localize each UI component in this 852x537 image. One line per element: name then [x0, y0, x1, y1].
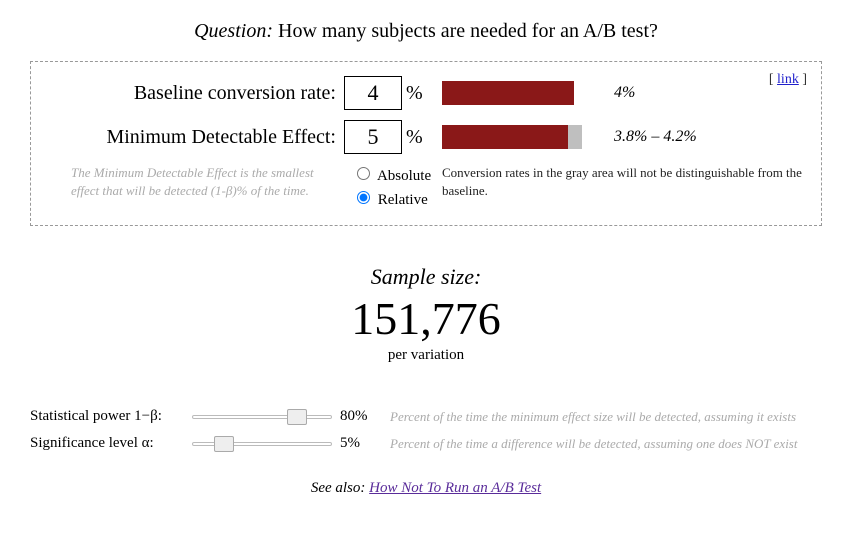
radio-absolute-label[interactable]: Absolute: [352, 164, 436, 188]
alpha-row: Significance level α: 5% Percent of the …: [30, 435, 822, 452]
parameters-panel: [ link ] Baseline conversion rate: % 4% …: [30, 61, 822, 226]
radio-relative[interactable]: [357, 191, 370, 204]
bracket-close: ]: [799, 72, 807, 87]
baseline-label: Baseline conversion rate:: [49, 82, 344, 105]
sample-size-label: Sample size:: [30, 264, 822, 290]
power-hint: Percent of the time the minimum effect s…: [390, 409, 822, 425]
mde-bar-area: [442, 125, 602, 149]
baseline-bar-track: [442, 81, 592, 105]
mde-bar-label: 3.8% – 4.2%: [614, 128, 697, 146]
permalink[interactable]: link: [777, 72, 799, 87]
percent-sign: %: [406, 126, 432, 149]
baseline-bar-label: 4%: [614, 84, 635, 102]
baseline-bar-area: [442, 81, 602, 105]
baseline-bar-fill: [442, 81, 574, 105]
question-label: Question:: [194, 20, 273, 42]
mde-row: Minimum Detectable Effect: % 3.8% – 4.2%: [49, 120, 803, 154]
gray-area-note: Conversion rates in the gray area will n…: [436, 164, 803, 200]
alpha-label: Significance level α:: [30, 435, 190, 452]
power-label: Statistical power 1−β:: [30, 408, 190, 425]
mde-label: Minimum Detectable Effect:: [49, 126, 344, 149]
sample-size-per: per variation: [30, 347, 822, 364]
alpha-slider[interactable]: [192, 441, 332, 447]
question-text: How many subjects are needed for an A/B …: [278, 20, 658, 42]
mde-mode-radios: Absolute Relative: [352, 164, 436, 211]
radio-relative-label[interactable]: Relative: [352, 188, 436, 212]
question-heading: Question: How many subjects are needed f…: [30, 20, 822, 43]
percent-sign: %: [406, 82, 432, 105]
radio-absolute-text: Absolute: [377, 168, 431, 184]
power-slider[interactable]: [192, 414, 332, 420]
alpha-slider-container: [190, 439, 340, 449]
radio-absolute[interactable]: [357, 167, 370, 180]
power-row: Statistical power 1−β: 80% Percent of th…: [30, 408, 822, 425]
sample-size-value: 151,776: [30, 292, 822, 345]
see-also: See also: How Not To Run an A/B Test: [30, 480, 822, 497]
baseline-input[interactable]: [344, 76, 402, 110]
see-also-link[interactable]: How Not To Run an A/B Test: [369, 480, 541, 496]
power-slider-container: [190, 412, 340, 422]
mde-note: The Minimum Detectable Effect is the sma…: [49, 164, 352, 200]
result-block: Sample size: 151,776 per variation: [30, 264, 822, 364]
baseline-row: Baseline conversion rate: % 4%: [49, 76, 803, 110]
alpha-hint: Percent of the time a difference will be…: [390, 436, 822, 452]
alpha-value: 5%: [340, 435, 390, 452]
see-also-prefix: See also:: [311, 480, 369, 496]
radio-relative-text: Relative: [378, 192, 428, 208]
mde-input[interactable]: [344, 120, 402, 154]
sliders-block: Statistical power 1−β: 80% Percent of th…: [30, 408, 822, 452]
mde-bar-track: [442, 125, 592, 149]
bracket-open: [: [769, 72, 777, 87]
mde-bar-gray: [568, 125, 582, 149]
mde-bar-fill: [442, 125, 568, 149]
sub-row: The Minimum Detectable Effect is the sma…: [49, 164, 803, 211]
power-value: 80%: [340, 408, 390, 425]
corner-link-container: [ link ]: [769, 72, 807, 88]
